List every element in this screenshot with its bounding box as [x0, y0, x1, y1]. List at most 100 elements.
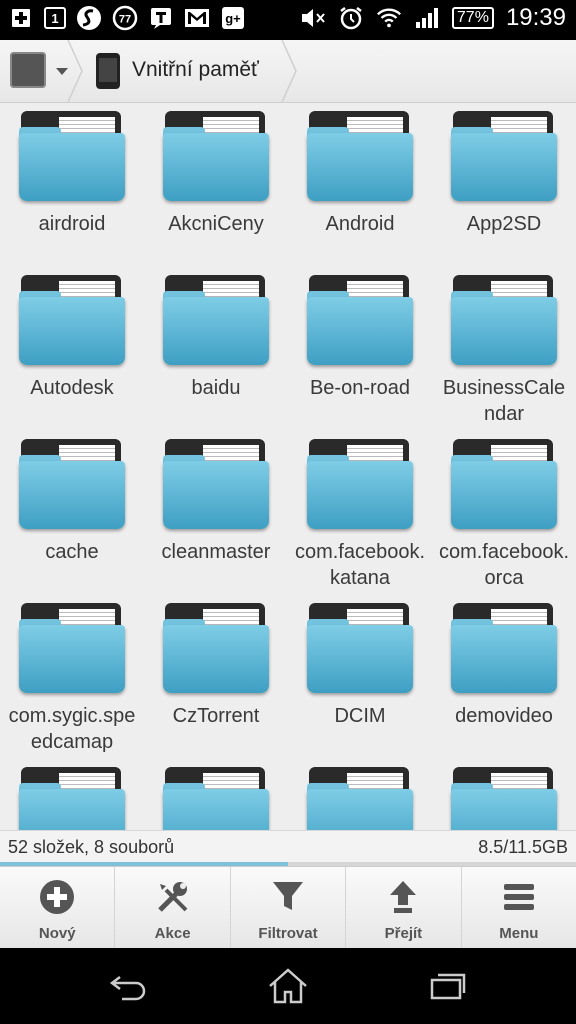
folder-item[interactable]: CzTorrent	[144, 595, 288, 729]
actions-button[interactable]: Akce	[115, 867, 231, 949]
folder-name: cleanmaster	[161, 541, 271, 563]
notification-icons: 1 77 g+	[8, 5, 246, 31]
folder-item[interactable]	[432, 759, 576, 830]
folder-item[interactable]: cleanmaster	[144, 431, 288, 565]
google-plus-icon: g+	[220, 5, 246, 31]
folder-front	[307, 297, 413, 365]
folder-item[interactable]: App2SD	[432, 103, 576, 237]
signal-icon	[414, 5, 440, 31]
folder-item[interactable]: com.sygic.speedcamap	[0, 595, 144, 755]
folder-icon	[163, 767, 269, 830]
tools-icon	[153, 877, 193, 917]
filter-icon	[268, 877, 308, 917]
folder-item[interactable]: cache	[0, 431, 144, 565]
new-button[interactable]: Nový	[0, 867, 116, 949]
folder-front	[163, 461, 269, 529]
folder-item[interactable]	[0, 759, 144, 830]
folder-front	[19, 133, 125, 201]
folder-name: CzTorrent	[172, 705, 260, 727]
folder-item[interactable]: AkcniCeny	[144, 103, 288, 237]
mute-icon	[300, 5, 326, 31]
add-circle-icon	[37, 877, 77, 917]
folder-item[interactable]: BusinessCalendar	[432, 267, 576, 427]
folder-icon	[163, 275, 269, 365]
folder-front	[19, 789, 125, 830]
folder-icon	[307, 767, 413, 830]
back-button[interactable]	[106, 966, 150, 1006]
folder-item[interactable]: com.facebook.orca	[432, 431, 576, 591]
folder-name: airdroid	[38, 213, 106, 235]
folder-front	[307, 461, 413, 529]
folder-item[interactable]: DCIM	[288, 595, 432, 729]
folder-item[interactable]	[288, 759, 432, 830]
folder-front	[163, 297, 269, 365]
text-message-icon	[148, 5, 174, 31]
storage-usage: 8.5/11.5GB	[478, 837, 568, 857]
folder-icon	[163, 439, 269, 529]
folder-item[interactable]: Be-on-road	[288, 267, 432, 401]
folder-icon	[307, 439, 413, 529]
folder-front	[19, 297, 125, 365]
folder-front	[307, 789, 413, 830]
folder-icon	[307, 111, 413, 201]
folder-item[interactable]	[144, 759, 288, 830]
folder-icon	[451, 275, 557, 365]
folder-icon	[163, 603, 269, 693]
folder-item[interactable]: baidu	[144, 267, 288, 401]
system-icons: 77% 19:39	[300, 4, 566, 32]
folder-name: App2SD	[466, 213, 542, 235]
phone-icon	[96, 53, 120, 89]
folder-front	[163, 625, 269, 693]
folder-front	[307, 133, 413, 201]
folder-icon	[19, 767, 125, 830]
folder-icon	[19, 603, 125, 693]
home-button[interactable]	[266, 966, 310, 1006]
filter-label: Filtrovat	[258, 925, 318, 942]
svg-text:g+: g+	[225, 11, 241, 26]
folder-item[interactable]: com.facebook.katana	[288, 431, 432, 591]
folder-name: DCIM	[334, 705, 386, 727]
folder-name: demovideo	[455, 705, 553, 727]
folder-item[interactable]: Android	[288, 103, 432, 237]
clock: 19:39	[505, 4, 566, 31]
folder-item[interactable]: Autodesk	[0, 267, 144, 401]
badge-number: 77	[119, 14, 131, 26]
menu-icon	[499, 877, 539, 917]
filter-button[interactable]: Filtrovat	[231, 867, 347, 949]
app-menu-icon[interactable]	[10, 52, 46, 88]
folder-front	[307, 625, 413, 693]
breadcrumb-separator	[67, 40, 83, 102]
goto-label: Přejít	[384, 925, 423, 942]
folder-front	[451, 625, 557, 693]
folder-icon	[19, 439, 125, 529]
folder-item[interactable]: airdroid	[0, 103, 144, 237]
folder-front	[451, 133, 557, 201]
back-arrow-icon	[109, 976, 146, 1001]
folder-front	[163, 133, 269, 201]
folder-icon	[307, 275, 413, 365]
folder-name: cache	[45, 541, 99, 563]
folder-front	[451, 461, 557, 529]
folder-name: BusinessCalendar	[442, 377, 566, 425]
top-toolbar: Vnitřní paměť	[0, 40, 576, 103]
plus-icon	[8, 5, 34, 31]
folder-file-count: 52 složek, 8 souborů	[8, 837, 175, 857]
breadcrumb-location[interactable]: Vnitřní paměť	[132, 58, 259, 82]
folder-name: AkcniCeny	[168, 213, 264, 235]
badge-77-icon: 77	[112, 5, 138, 31]
folder-name: Be-on-road	[309, 377, 411, 399]
menu-button[interactable]: Menu	[462, 867, 576, 949]
swiftkey-icon	[76, 5, 102, 31]
folder-grid: airdroid AkcniCeny Android App2SD Autodesk ba…	[0, 103, 576, 830]
folder-icon	[19, 111, 125, 201]
folder-item[interactable]: demovideo	[432, 595, 576, 729]
bottom-action-bar: Nový Akce Filtrovat Přejít Menu	[0, 866, 576, 949]
alarm-icon	[338, 5, 364, 31]
recent-apps-icon	[430, 973, 466, 1000]
folder-name: com.facebook.orca	[438, 541, 570, 589]
folder-name: baidu	[191, 377, 241, 399]
folder-icon	[19, 275, 125, 365]
goto-button[interactable]: Přejít	[346, 867, 462, 949]
recent-apps-button[interactable]	[426, 966, 470, 1006]
status-summary-bar: 52 složek, 8 souborů 8.5/11.5GB	[0, 830, 576, 865]
